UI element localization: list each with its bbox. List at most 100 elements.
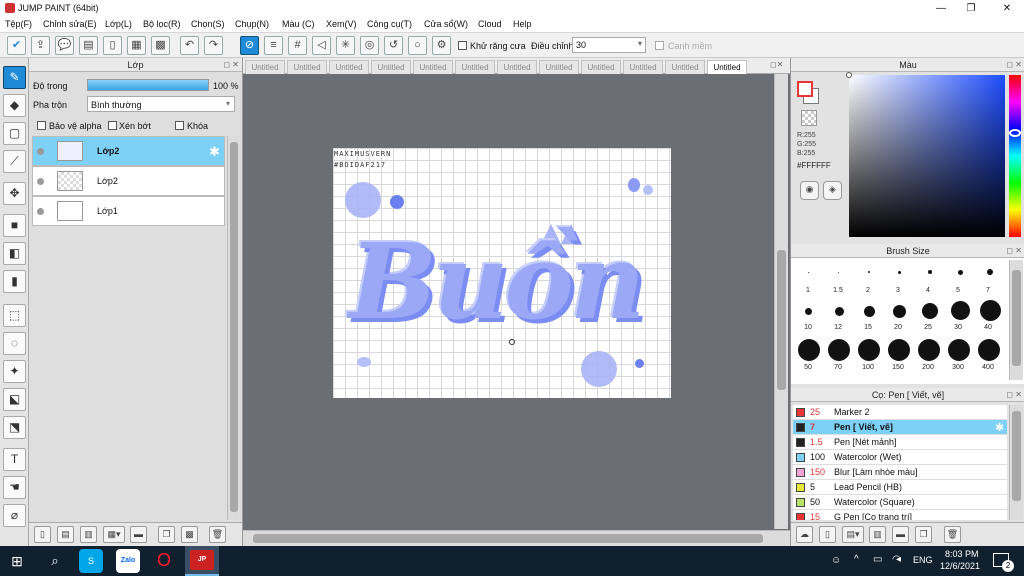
tab-untitled[interactable]: Untitled <box>329 60 369 74</box>
export-icon[interactable]: ⇪ <box>31 36 50 55</box>
brush-size-dot[interactable] <box>922 303 938 319</box>
menu-select[interactable]: Chọn(S) <box>191 19 225 29</box>
tab-untitled[interactable]: Untitled <box>287 60 327 74</box>
brush-size-dot[interactable] <box>978 339 1000 361</box>
menu-help[interactable]: Help <box>513 19 532 29</box>
perspective-snap-icon[interactable]: ◁ <box>312 36 331 55</box>
gear-icon[interactable]: ✱ <box>209 144 220 160</box>
brush-size-dot[interactable] <box>798 339 820 361</box>
input-language[interactable]: ENG <box>913 555 933 565</box>
eyedropper-palette-icon[interactable]: ◈ <box>823 181 842 200</box>
scrollbar-thumb[interactable] <box>777 250 786 390</box>
drawing-canvas[interactable]: MAXIMUSVERN #BOIDAF217 Buồn <box>333 148 671 398</box>
duplicate-layer-icon[interactable]: ❐ <box>158 526 175 543</box>
eyedropper-tool-icon[interactable]: ⌀ <box>3 504 26 527</box>
menu-cloud[interactable]: Cloud <box>478 19 502 29</box>
brush-row-selected[interactable]: 7 Pen [ Viết, vẽ] ✱ <box>793 420 1007 435</box>
parallel-lines-snap-icon[interactable]: ≡ <box>264 36 283 55</box>
new-layer-icon[interactable]: ▯ <box>34 526 51 543</box>
adjust-select[interactable]: 30 ▾ <box>572 37 646 53</box>
chevron-up-icon[interactable]: ^ <box>854 554 859 565</box>
brush-size-dot[interactable] <box>835 307 844 316</box>
search-icon[interactable]: ⌕ <box>43 549 67 573</box>
layer-scrollbar[interactable] <box>227 136 239 520</box>
layer-row[interactable]: Lớp1 <box>32 196 225 226</box>
tab-untitled[interactable]: Untitled <box>245 60 285 74</box>
brush-size-dot[interactable] <box>888 339 910 361</box>
no-snap-icon[interactable]: ⊘ <box>240 36 259 55</box>
menu-window[interactable]: Cửa sổ(W) <box>424 19 468 29</box>
trash-icon[interactable]: 🗑 <box>944 526 961 543</box>
trash-icon[interactable]: 🗑 <box>209 526 226 543</box>
brush-size-dot[interactable] <box>805 308 812 315</box>
brush-size-dot[interactable] <box>958 270 963 275</box>
tab-untitled[interactable]: Untitled <box>455 60 495 74</box>
menu-tools[interactable]: Công cụ(T) <box>367 19 412 29</box>
panel-float-close-icon[interactable]: ◻ ✕ <box>1006 60 1022 69</box>
cloud-brush-icon[interactable]: ☁ <box>796 526 813 543</box>
menu-capture[interactable]: Chụp(N) <box>235 19 269 29</box>
speech-bubble-icon[interactable]: 💬 <box>55 36 74 55</box>
jump-paint-taskbar-button[interactable]: JP <box>185 546 219 576</box>
merge-layer-icon[interactable]: ▩ <box>181 526 198 543</box>
page-layout-icon[interactable]: ▦ <box>127 36 146 55</box>
brush-row[interactable]: 5 Lead Pencil (HB) <box>793 480 1007 495</box>
visibility-toggle[interactable] <box>37 148 44 155</box>
scrollbar-thumb[interactable] <box>1012 411 1021 501</box>
tab-untitled[interactable]: Untitled <box>371 60 411 74</box>
undo-icon[interactable]: ↶ <box>180 36 199 55</box>
tab-untitled[interactable]: Untitled <box>539 60 579 74</box>
gradient-tool-icon[interactable]: ▮ <box>3 270 26 293</box>
brush-size-dot[interactable] <box>858 339 880 361</box>
clock-date[interactable]: 12/6/2021 <box>940 561 980 571</box>
saturation-value-picker[interactable] <box>846 72 1005 237</box>
hand-tool-icon[interactable]: ☚ <box>3 476 26 499</box>
brush-row[interactable]: 15 G Pen [Cọ trang trí] <box>793 510 1007 520</box>
panel-float-close-icon[interactable]: ◻ ✕ <box>1006 246 1022 255</box>
brush-size-scrollbar[interactable] <box>1009 260 1023 380</box>
layer-row[interactable]: Lớp2 ✱ <box>32 136 225 166</box>
layer-row[interactable]: Lớp2 <box>32 166 225 196</box>
clock-time[interactable]: 8:03 PM <box>945 549 979 559</box>
select-eraser-tool-icon[interactable]: ⬔ <box>3 416 26 439</box>
opacity-slider[interactable] <box>87 79 209 91</box>
panel-float-close-icon[interactable]: ◻ ✕ <box>223 60 239 69</box>
brush-size-dot[interactable] <box>864 306 875 317</box>
clip-checkbox[interactable] <box>108 121 117 130</box>
skype-icon[interactable]: S <box>79 549 103 573</box>
bucket-tool-icon[interactable]: ◧ <box>3 242 26 265</box>
folder-icon[interactable]: ▬ <box>130 526 147 543</box>
brush-list-scrollbar[interactable] <box>1009 405 1023 520</box>
lock-checkbox[interactable] <box>175 121 184 130</box>
hue-slider[interactable] <box>1009 75 1021 237</box>
visibility-toggle[interactable] <box>37 178 44 185</box>
menu-filter[interactable]: Bộ lọc(R) <box>143 19 181 29</box>
move-tool-icon[interactable]: ✥ <box>3 182 26 205</box>
scrollbar-thumb[interactable] <box>253 534 763 543</box>
scrollbar-thumb[interactable] <box>230 142 238 512</box>
brush-size-dot[interactable] <box>928 270 932 274</box>
volume-icon[interactable]: ◂ <box>896 554 901 565</box>
opera-icon[interactable]: O <box>152 549 176 573</box>
eraser-tool-icon[interactable]: ◆ <box>3 94 26 117</box>
brush-size-dot[interactable] <box>838 272 839 273</box>
antialias-checkbox[interactable] <box>458 41 467 50</box>
canvas-horizontal-scrollbar[interactable] <box>243 530 790 546</box>
visibility-toggle[interactable] <box>37 208 44 215</box>
menu-view[interactable]: Xem(V) <box>326 19 357 29</box>
menu-layer[interactable]: Lớp(L) <box>105 19 132 29</box>
minimize-button[interactable]: — <box>926 1 956 16</box>
blend-mode-select[interactable]: Bình thường ▾ <box>87 96 235 112</box>
rect-select-tool-icon[interactable]: ⬚ <box>3 304 26 327</box>
text-tool-icon[interactable]: T <box>3 448 26 471</box>
lasso-tool-icon[interactable]: ◌ <box>3 332 26 355</box>
brush-folder-icon[interactable]: ▬ <box>892 526 909 543</box>
new-vector-layer-icon[interactable]: ▥ <box>80 526 97 543</box>
picker-handle[interactable] <box>846 72 852 78</box>
canvas-vertical-scrollbar[interactable] <box>774 74 788 529</box>
comment-icon[interactable]: ▤ <box>79 36 98 55</box>
radial-snap-icon[interactable]: ✳ <box>336 36 355 55</box>
brush-size-dot[interactable] <box>893 305 906 318</box>
grid-snap-icon[interactable]: # <box>288 36 307 55</box>
menu-file[interactable]: Tệp(F) <box>5 19 32 29</box>
